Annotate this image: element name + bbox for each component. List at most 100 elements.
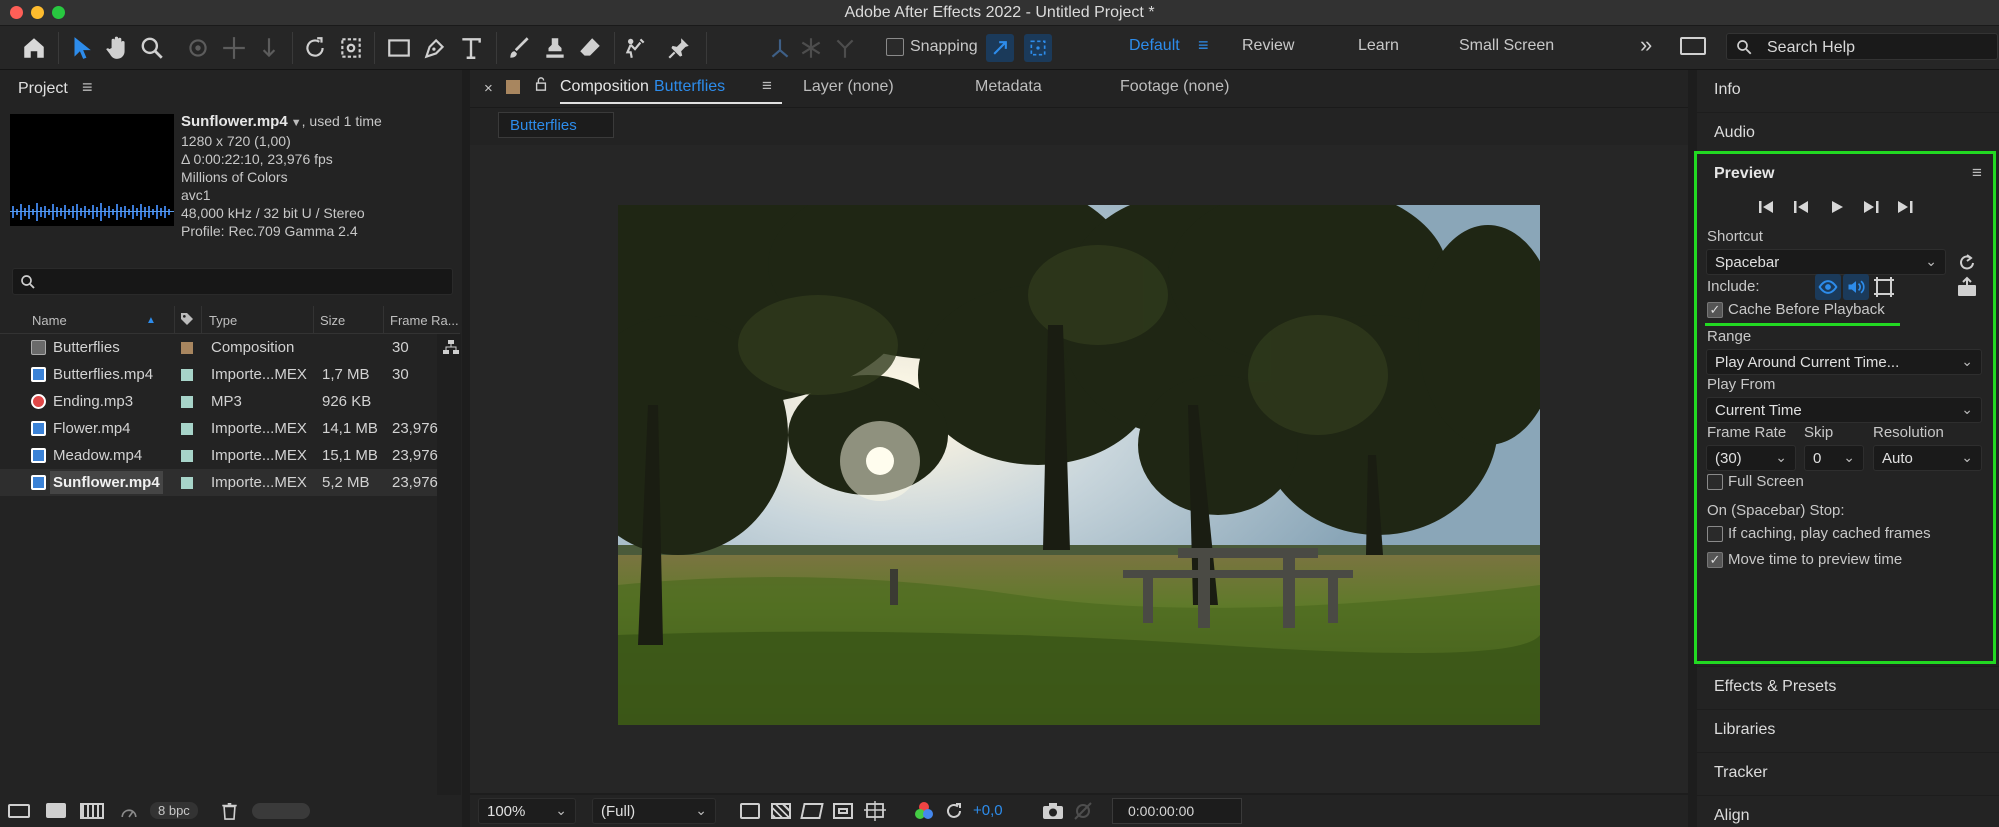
close-tab-icon[interactable]: × [484,80,493,97]
flowchart-icon[interactable] [443,339,459,359]
resolution-dropdown[interactable]: (Full) ⌄ [592,798,716,824]
close-window-button[interactable] [10,6,23,19]
tab-layer[interactable]: Layer (none) [803,78,894,96]
breadcrumb[interactable]: Butterflies [498,112,614,138]
zoom-dropdown[interactable]: 100% ⌄ [478,798,576,824]
current-time-display[interactable]: 0:00:00:00 [1112,798,1242,824]
effects-presets-title: Effects & Presets [1714,678,1837,695]
rectangle-tool[interactable] [384,32,414,64]
list-item[interactable]: Ending.mp3 MP3 926 KB [0,388,437,415]
grid-guide-icon[interactable] [864,801,886,821]
pan-camera-tool [219,32,249,64]
eraser-tool[interactable] [575,32,605,64]
tracker-title: Tracker [1714,764,1768,781]
label-swatch[interactable] [181,423,193,435]
tab-menu-icon[interactable]: ≡ [762,76,772,96]
transparency-grid-icon[interactable] [771,803,791,819]
rotation-tool[interactable] [300,32,330,64]
label-swatch[interactable] [181,342,193,354]
pan-behind-tool[interactable] [336,32,366,64]
show-snapshot-icon [1072,802,1094,820]
project-panel-menu-icon[interactable]: ≡ [82,77,93,98]
list-item[interactable]: Meadow.mp4 Importe...MEX 15,1 MB 23,976 [0,442,438,469]
align-panel-header[interactable]: Align [1697,796,1999,827]
new-composition-icon[interactable] [80,803,104,819]
brush-icon [510,37,529,58]
item-fps: 30 [392,339,409,356]
trash-icon[interactable] [222,802,237,820]
tab-composition[interactable]: Composition Butterflies ≡ [560,70,782,108]
channel-rgb-icon[interactable] [913,801,935,821]
thumbnail-size-slider[interactable] [252,803,310,819]
libraries-panel-header[interactable]: Libraries [1697,710,1999,752]
minimize-window-button[interactable] [31,6,44,19]
snapping-label: Snapping [910,38,978,55]
reset-exposure-icon[interactable] [944,801,964,821]
project-search-input[interactable] [12,268,453,295]
rectangle-icon [388,39,410,57]
search-help-placeholder: Search Help [1767,39,1856,56]
workspace-menu-icon[interactable]: ≡ [1198,35,1209,56]
column-name[interactable]: Name [32,313,67,328]
tab-composition-name: Butterflies [654,78,726,95]
tab-footage[interactable]: Footage (none) [1120,78,1229,96]
search-icon [1737,40,1752,55]
info-profile: Profile: Rec.709 Gamma 2.4 [181,223,358,239]
interpret-footage-icon[interactable] [8,804,30,818]
home-button[interactable] [18,32,50,64]
roto-brush-tool[interactable] [620,32,650,64]
zoom-value: 100% [487,803,526,820]
label-column-tag-icon[interactable] [179,311,195,330]
mask-visibility-icon[interactable] [800,803,824,819]
exposure-value[interactable]: +0,0 [973,802,1003,819]
project-settings-icon[interactable] [118,802,140,820]
brush-tool[interactable] [504,32,534,64]
snapping-checkbox[interactable] [886,38,904,56]
audio-panel-header[interactable]: Audio [1697,113,1999,155]
pen-tool[interactable] [420,32,450,64]
search-help-field[interactable]: Search Help [1726,33,1998,60]
tracker-panel-header[interactable]: Tracker [1697,753,1999,795]
label-swatch[interactable] [181,369,193,381]
fast-previews-icon[interactable] [740,803,760,819]
workspace-review[interactable]: Review [1242,37,1294,55]
list-item-selected[interactable]: Sunflower.mp4 Importe...MEX 5,2 MB 23,97… [0,469,438,496]
clone-stamp-tool[interactable] [540,32,570,64]
composition-viewer[interactable] [470,145,1688,793]
info-audio: 48,000 kHz / 32 bit U / Stereo [181,205,365,221]
column-frame-rate[interactable]: Frame Ra... [390,313,459,328]
lock-icon[interactable] [534,77,548,94]
bpc-button[interactable]: 8 bpc [150,802,198,819]
zoom-window-button[interactable] [52,6,65,19]
snapshot-camera-icon[interactable] [1042,802,1064,820]
workspace-small-screen[interactable]: Small Screen [1459,37,1554,55]
selection-tool[interactable] [66,32,96,64]
region-of-interest-icon[interactable] [833,803,853,819]
pen-icon [424,38,445,59]
snap-features-toggle[interactable] [1024,34,1052,62]
column-size[interactable]: Size [320,313,345,328]
label-swatch[interactable] [181,396,193,408]
label-swatch[interactable] [181,477,193,489]
hand-tool[interactable] [102,32,132,64]
workspace-learn[interactable]: Learn [1358,37,1399,55]
effects-presets-panel-header[interactable]: Effects & Presets [1697,667,1999,709]
new-folder-icon[interactable] [46,803,66,818]
type-tool[interactable] [456,32,486,64]
column-type[interactable]: Type [209,313,237,328]
more-workspaces-button[interactable]: » [1640,32,1652,58]
workspace-layout-icon[interactable] [1680,37,1706,55]
workspace-default[interactable]: Default [1129,37,1180,55]
list-item[interactable]: Butterflies Composition 30 [0,334,437,361]
item-name: Sunflower.mp4 [50,471,163,494]
info-panel-header[interactable]: Info [1697,70,1999,112]
rotate-icon [306,37,324,57]
sort-ascending-icon[interactable]: ▲ [146,315,156,326]
zoom-tool[interactable] [137,32,167,64]
puppet-pin-tool[interactable] [664,32,694,64]
list-item[interactable]: Flower.mp4 Importe...MEX 14,1 MB 23,976 [0,415,438,442]
snap-edges-toggle[interactable] [986,34,1014,62]
tab-metadata[interactable]: Metadata [975,78,1042,96]
label-swatch[interactable] [181,450,193,462]
list-item[interactable]: Butterflies.mp4 Importe...MEX 1,7 MB 30 [0,361,437,388]
